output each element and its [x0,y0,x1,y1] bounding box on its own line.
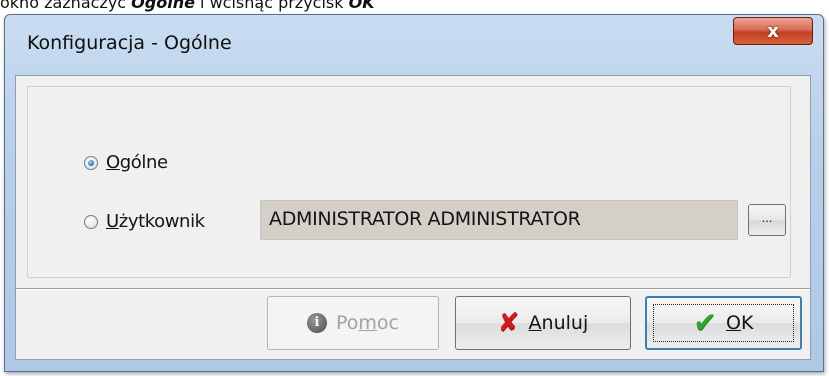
x-icon: ✘ [497,308,520,338]
help-button-label: Pomoc [336,312,399,334]
radio-option-user[interactable]: Użytkownik [84,211,205,232]
options-group: Ogólne Użytkownik ADMINISTRATOR ADMINIST… [27,86,791,278]
dialog-title: Konfiguracja - Ogólne [27,32,232,54]
info-icon: i [307,313,327,333]
caption-middle: i wciśnąć przycisk [200,0,344,12]
close-icon: x [767,20,779,42]
ok-button[interactable]: ✔ OK [645,296,802,350]
caption-bold-option: Ogólne [131,0,195,12]
cancel-button-label: Anuluj [528,312,589,334]
check-icon: ✔ [693,306,718,339]
title-bar[interactable]: Konfiguracja - Ogólne x [5,15,823,75]
focus-ring [653,304,794,342]
radio-option-general[interactable]: Ogólne [84,152,168,173]
dialog-body: Ogólne Użytkownik ADMINISTRATOR ADMINIST… [15,75,811,360]
configuration-dialog: Konfiguracja - Ogólne x Ogólne Użytkowni… [4,14,824,372]
ok-button-label: OK [726,312,754,334]
user-name-field[interactable]: ADMINISTRATOR ADMINISTRATOR [260,200,738,240]
help-button[interactable]: i Pomoc [267,296,439,350]
radio-user[interactable] [84,214,98,229]
button-separator [16,288,810,289]
browse-user-button[interactable]: ... [748,204,786,236]
cancel-button[interactable]: ✘ Anuluj [455,296,631,350]
radio-general-label: Ogólne [106,152,168,173]
radio-user-label: Użytkownik [106,211,205,232]
instruction-caption: okno zaznaczyć Ogólne i wciśnąć przycisk… [0,0,829,13]
caption-bold-ok: OK [348,0,375,12]
radio-general[interactable] [84,155,98,170]
close-button[interactable]: x [733,17,813,45]
caption-prefix: okno zaznaczyć [0,0,127,12]
